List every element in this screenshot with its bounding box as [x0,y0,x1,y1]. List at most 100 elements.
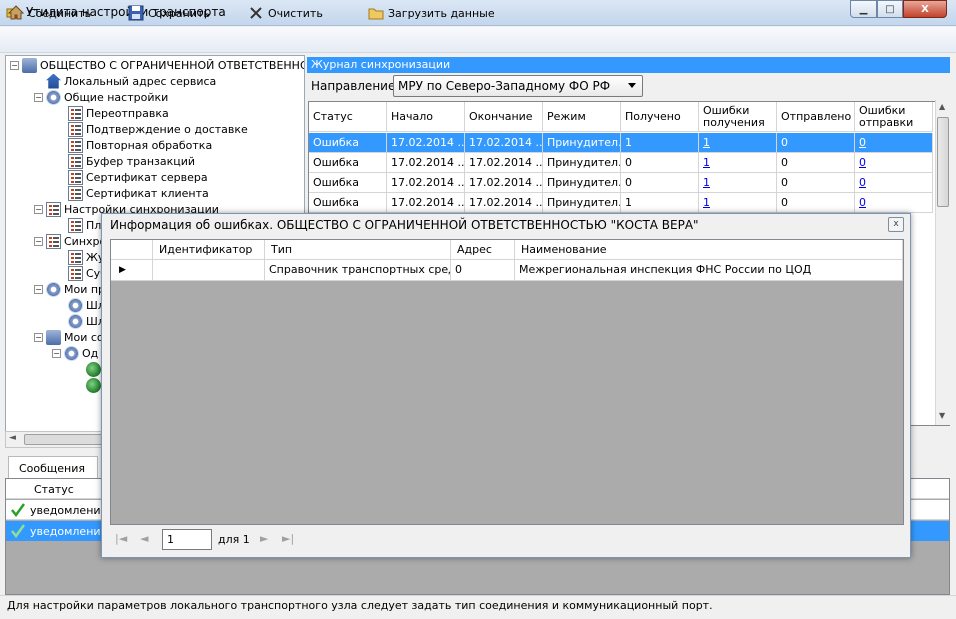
last-page-icon[interactable]: ►| [282,532,294,545]
tree-node-general[interactable]: − Общие настройки [34,89,168,105]
col-header-type[interactable]: Тип [265,240,451,260]
cell-received[interactable]: 1 [621,133,699,153]
cell-receive-errors[interactable]: 1 [699,133,777,153]
receive-errors-link[interactable]: 1 [703,156,710,169]
connect-button[interactable]: Соединить [8,5,91,21]
cell-mode[interactable]: Принудител... [543,173,621,193]
tree-node-tx-buffer[interactable]: Буфер транзакций [68,153,195,169]
minimize-button[interactable]: ▁ [850,0,877,18]
direction-select[interactable]: МРУ по Северо-Западному ФО РФ [393,75,643,97]
scroll-thumb[interactable] [937,117,949,207]
tree-node-plan[interactable]: Пл [68,217,101,233]
cell-received[interactable]: 0 [621,153,699,173]
errors-grid[interactable]: Идентификатор Тип Адрес Наименование ▶ 1… [110,239,904,525]
scroll-up-icon[interactable]: ▲ [939,102,945,111]
cell-receive-errors[interactable]: 1 [699,173,777,193]
col-header-sent[interactable]: Отправлено [777,102,855,132]
tree-node-gateway-1[interactable]: Шл [68,297,105,313]
tree-node-globe-2[interactable] [86,377,101,393]
col-header-name[interactable]: Наименование [515,240,903,260]
col-header-end[interactable]: Окончание [465,102,543,132]
collapse-icon[interactable]: − [10,60,19,70]
col-header-received[interactable]: Получено [621,102,699,132]
col-header-status[interactable]: Статус [309,102,387,132]
tree-node-journal[interactable]: Жу [68,249,104,265]
tree-node-local-address[interactable]: Локальный адрес сервиса [46,73,216,89]
cell-send-errors[interactable]: 0 [855,173,933,193]
col-header-address[interactable]: Адрес [451,240,515,260]
col-header-receive-errors[interactable]: Ошибки получения [699,102,777,132]
col-header-start[interactable]: Начало [387,102,465,132]
cell-received[interactable]: 1 [621,193,699,213]
tree-node-my[interactable]: − Мои пр [34,281,105,297]
cell-send-errors[interactable]: 0 [855,153,933,173]
tree-node-my-connections[interactable]: − Мои со [34,329,104,345]
col-header-send-errors[interactable]: Ошибки отправки [855,102,933,132]
tree-node-server-cert[interactable]: Сертификат сервера [68,169,208,185]
cell-status[interactable]: Ошибка [309,153,387,173]
tree-node-reprocess[interactable]: Повторная обработка [68,137,212,153]
cell-end[interactable]: 17.02.2014 ... [465,133,543,153]
cell-end[interactable]: 17.02.2014 ... [465,173,543,193]
dialog-close-button[interactable]: x [888,217,904,232]
cell-name[interactable]: Межрегиональная инспекция ФНС России по … [515,260,903,281]
cell-start[interactable]: 17.02.2014 ... [387,173,465,193]
cell-mode[interactable]: Принудител... [543,133,621,153]
tree-node-sync[interactable]: − Синхро [34,233,106,249]
receive-errors-link[interactable]: 1 [703,136,710,149]
cell-sent[interactable]: 0 [777,193,855,213]
receive-errors-link[interactable]: 1 [703,196,710,209]
scroll-left-icon[interactable]: ◄ [9,433,16,443]
cell-end[interactable]: 17.02.2014 ... [465,153,543,173]
collapse-icon[interactable]: − [34,204,43,214]
tree-node-client-cert[interactable]: Сертификат клиента [68,185,209,201]
collapse-icon[interactable]: − [34,236,43,246]
cell-sent[interactable]: 0 [777,153,855,173]
first-page-icon[interactable]: |◄ [115,532,127,545]
collapse-icon[interactable]: − [34,284,43,294]
cell-received[interactable]: 0 [621,173,699,193]
dropdown-arrow-icon[interactable] [628,83,636,88]
cell-start[interactable]: 17.02.2014 ... [387,193,465,213]
page-number-input[interactable]: 1 [162,529,212,550]
tab-messages[interactable]: Сообщения [8,456,98,478]
send-errors-link[interactable]: 0 [859,136,866,149]
close-button[interactable]: X [903,0,947,18]
send-errors-link[interactable]: 0 [859,156,866,169]
col-header-mode[interactable]: Режим [543,102,621,132]
collapse-icon[interactable]: − [52,348,61,358]
cell-id[interactable]: 1248861 [153,260,265,281]
cell-address[interactable]: 0 [451,260,515,281]
save-button[interactable]: Сохранить [128,5,210,21]
cell-receive-errors[interactable]: 1 [699,193,777,213]
tree-node-resend[interactable]: Переотправка [68,105,169,121]
tree-node-root[interactable]: − ОБЩЕСТВО С ОГРАНИЧЕННОЙ ОТВЕТСТВЕННОСТЬ… [10,57,304,73]
load-data-button[interactable]: Загрузить данные [368,5,495,21]
cell-sent[interactable]: 0 [777,133,855,153]
tree-node-gateway-2[interactable]: Шл [68,313,105,329]
maximize-button[interactable]: □ [877,0,903,18]
col-header-status[interactable]: Статус [34,483,74,496]
collapse-icon[interactable]: − [34,92,43,102]
cell-sent[interactable]: 0 [777,173,855,193]
tree-node-globe-1[interactable] [86,361,101,377]
cell-receive-errors[interactable]: 1 [699,153,777,173]
cell-start[interactable]: 17.02.2014 ... [387,133,465,153]
send-errors-link[interactable]: 0 [859,196,866,209]
prev-page-icon[interactable]: ◄ [140,532,148,545]
collapse-icon[interactable]: − [34,332,43,342]
clear-button[interactable]: Очистить [248,5,323,21]
cell-send-errors[interactable]: 0 [855,133,933,153]
tree-node-od[interactable]: − Од [52,345,98,361]
cell-status[interactable]: Ошибка [309,193,387,213]
next-page-icon[interactable]: ► [260,532,268,545]
cell-end[interactable]: 17.02.2014 ... [465,193,543,213]
cell-mode[interactable]: Принудител... [543,193,621,213]
receive-errors-link[interactable]: 1 [703,176,710,189]
scroll-down-icon[interactable]: ▼ [939,411,945,420]
cell-status[interactable]: Ошибка [309,173,387,193]
cell-send-errors[interactable]: 0 [855,193,933,213]
row-selector[interactable]: ▶ [111,260,153,281]
cell-start[interactable]: 17.02.2014 ... [387,153,465,173]
tree-node-delivery[interactable]: Подтверждение о доставке [68,121,248,137]
